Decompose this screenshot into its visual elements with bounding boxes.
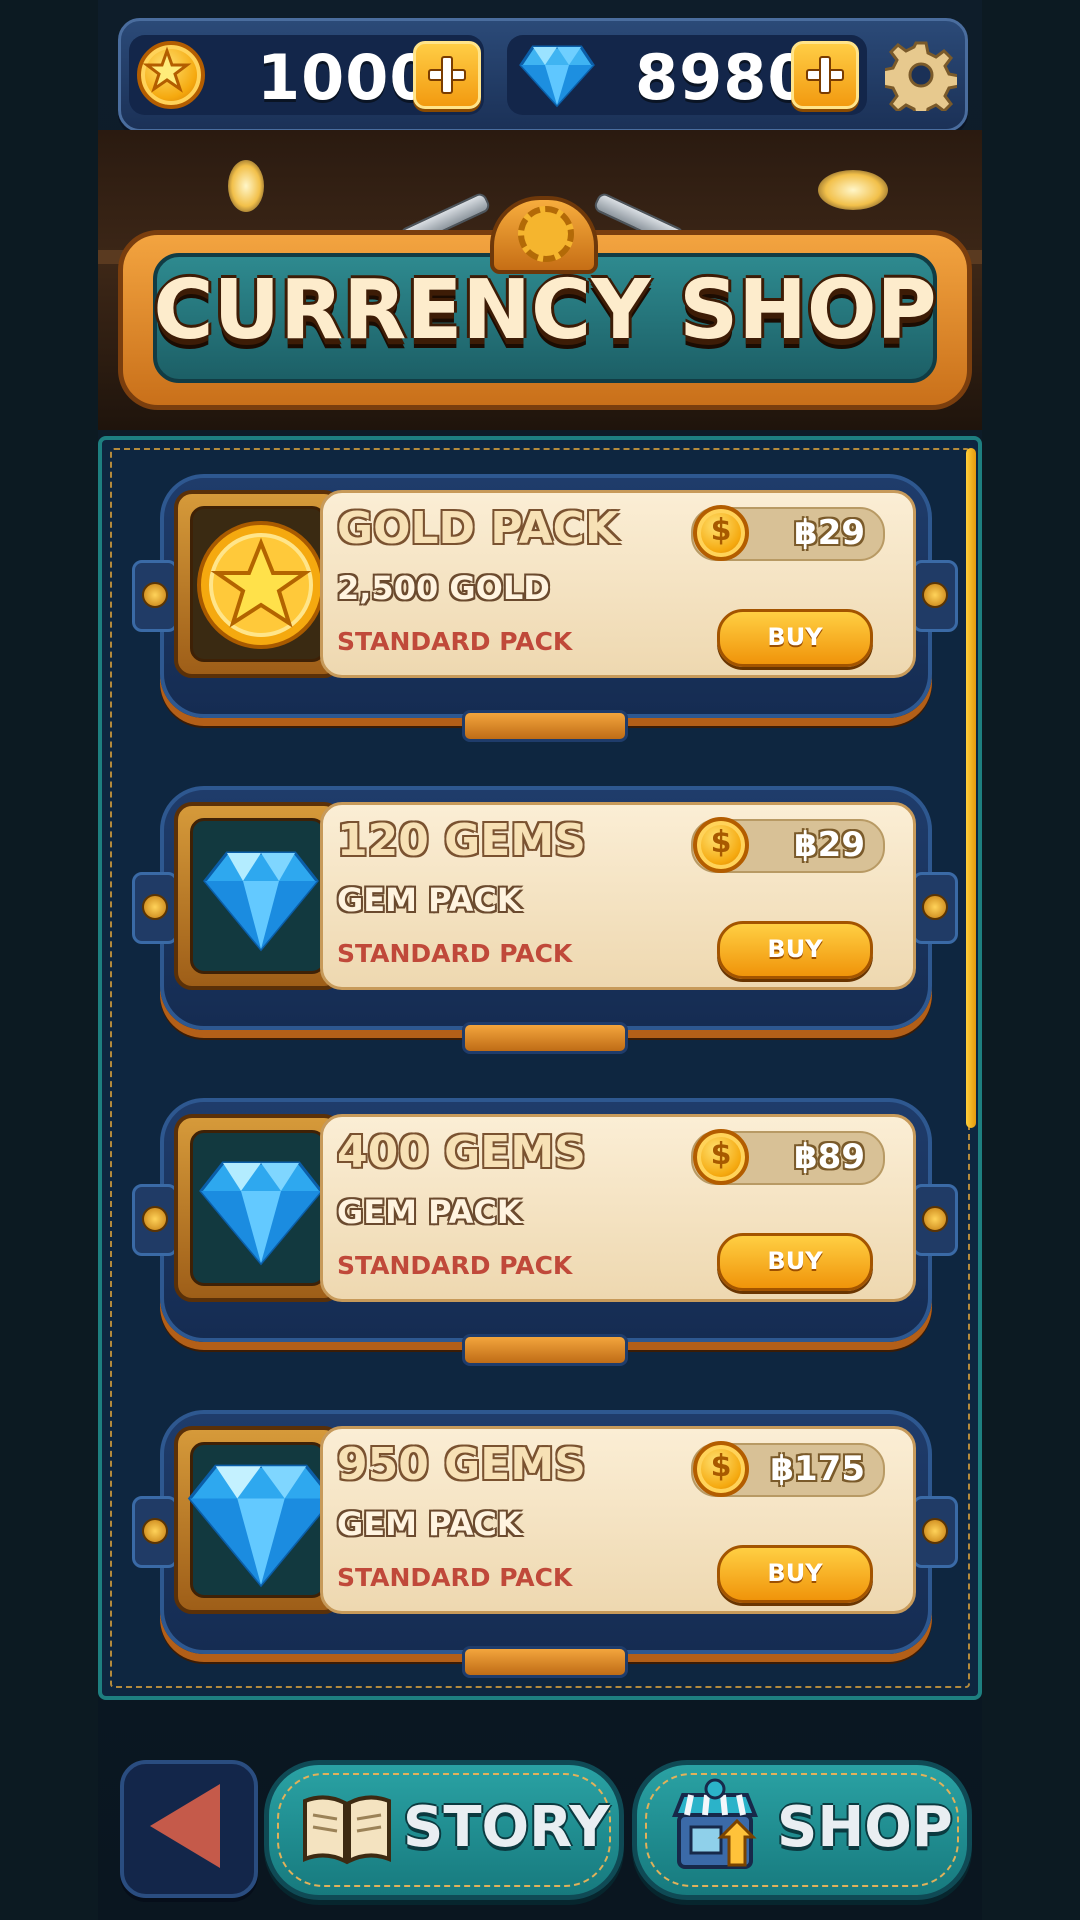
product-tag: STANDARD PACK [337, 1251, 573, 1280]
gear-icon[interactable] [885, 39, 957, 111]
card-bottom-plate [462, 1646, 628, 1678]
gem-amount: 8980 [635, 41, 812, 114]
price-text: ฿29 [794, 825, 865, 865]
card-bottom-plate [462, 710, 628, 742]
product-info: 400 GEMS GEM PACK STANDARD PACK $ ฿89 BU… [320, 1114, 916, 1302]
buy-button[interactable]: BUY [717, 609, 873, 667]
cog-icon [518, 206, 574, 262]
card-side-tab-right [912, 560, 958, 632]
gem-icon [203, 851, 319, 952]
product-info: 950 GEMS GEM PACK STANDARD PACK $ ฿175 B… [320, 1426, 916, 1614]
product-title: 120 GEMS [337, 815, 586, 866]
add-gold-button[interactable] [413, 41, 481, 109]
back-button[interactable] [120, 1760, 258, 1898]
story-button[interactable]: STORY [264, 1760, 624, 1900]
card-side-tab-left [132, 560, 178, 632]
bolt-icon [142, 1518, 168, 1544]
card-side-tab-right [912, 1496, 958, 1568]
product-info: 120 GEMS GEM PACK STANDARD PACK $ ฿29 BU… [320, 802, 916, 990]
price-tag: $ ฿29 [691, 505, 885, 561]
price-tag: $ ฿175 [691, 1441, 885, 1497]
gold-star-coin-icon [197, 521, 325, 649]
shop-label: SHOP [777, 1795, 953, 1860]
gem-counter: 8980 [507, 35, 867, 115]
bolt-icon [922, 1206, 948, 1232]
bolt-icon [142, 1206, 168, 1232]
lamp-left [228, 160, 264, 212]
product-tag: STANDARD PACK [337, 627, 573, 656]
dollar-coin-icon: $ [693, 505, 749, 561]
gem-icon [199, 1161, 323, 1266]
scrollbar[interactable] [966, 448, 976, 1692]
buy-button[interactable]: BUY [717, 921, 873, 979]
shop-button[interactable]: SHOP [632, 1760, 972, 1900]
game-screen: 1000 8980 CURRENCY SHOP GOLD PACK 2,500 … [98, 0, 982, 1920]
diamond-icon [519, 45, 595, 108]
bolt-icon [922, 582, 948, 608]
product-tag: STANDARD PACK [337, 1563, 573, 1592]
card-side-tab-left [132, 1184, 178, 1256]
product-tag: STANDARD PACK [337, 939, 573, 968]
product-subtitle: GEM PACK [337, 1505, 522, 1543]
dollar-coin-icon: $ [693, 817, 749, 873]
gold-coin-icon [137, 41, 205, 109]
product-icon-frame [174, 1426, 342, 1614]
product-list-panel[interactable]: GOLD PACK 2,500 GOLD STANDARD PACK $ ฿29… [98, 436, 982, 1700]
product-title: 400 GEMS [337, 1127, 586, 1178]
product-icon-frame [174, 802, 342, 990]
currency-bar: 1000 8980 [118, 18, 968, 132]
bolt-icon [142, 582, 168, 608]
product-card-gold-pack: GOLD PACK 2,500 GOLD STANDARD PACK $ ฿29… [132, 474, 958, 742]
price-text: ฿175 [770, 1449, 865, 1489]
page-title: CURRENCY SHOP [153, 263, 937, 358]
product-card-400-gems: 400 GEMS GEM PACK STANDARD PACK $ ฿89 BU… [132, 1098, 958, 1366]
open-book-icon [303, 1795, 391, 1865]
gold-counter: 1000 [129, 35, 484, 115]
price-text: ฿29 [794, 513, 865, 553]
dollar-coin-icon: $ [693, 1441, 749, 1497]
product-subtitle: 2,500 GOLD [337, 569, 550, 607]
card-side-tab-right [912, 1184, 958, 1256]
dollar-coin-icon: $ [693, 1129, 749, 1185]
buy-button[interactable]: BUY [717, 1545, 873, 1603]
bolt-icon [922, 1518, 948, 1544]
scrollbar-thumb[interactable] [966, 448, 976, 1128]
card-bottom-plate [462, 1022, 628, 1054]
story-label: STORY [403, 1795, 610, 1860]
product-title: GOLD PACK [337, 503, 620, 554]
card-side-tab-left [132, 1496, 178, 1568]
lamp-right [818, 170, 888, 210]
product-subtitle: GEM PACK [337, 881, 522, 919]
price-tag: $ ฿29 [691, 817, 885, 873]
product-subtitle: GEM PACK [337, 1193, 522, 1231]
price-text: ฿89 [794, 1137, 865, 1177]
gold-amount: 1000 [257, 41, 434, 114]
card-side-tab-right [912, 872, 958, 944]
bolt-icon [922, 894, 948, 920]
bolt-icon [142, 894, 168, 920]
product-card-950-gems: 950 GEMS GEM PACK STANDARD PACK $ ฿175 B… [132, 1410, 958, 1678]
product-icon-frame [174, 490, 342, 678]
product-icon-frame [174, 1114, 342, 1302]
card-side-tab-left [132, 872, 178, 944]
price-tag: $ ฿89 [691, 1129, 885, 1185]
large-gem-icon [187, 1464, 335, 1588]
add-gems-button[interactable] [791, 41, 859, 109]
card-bottom-plate [462, 1334, 628, 1366]
shop-store-icon [672, 1778, 758, 1869]
product-info: GOLD PACK 2,500 GOLD STANDARD PACK $ ฿29… [320, 490, 916, 678]
back-arrow-icon [150, 1784, 220, 1868]
product-card-120-gems: 120 GEMS GEM PACK STANDARD PACK $ ฿29 BU… [132, 786, 958, 1054]
product-title: 950 GEMS [337, 1439, 586, 1490]
buy-button[interactable]: BUY [717, 1233, 873, 1291]
